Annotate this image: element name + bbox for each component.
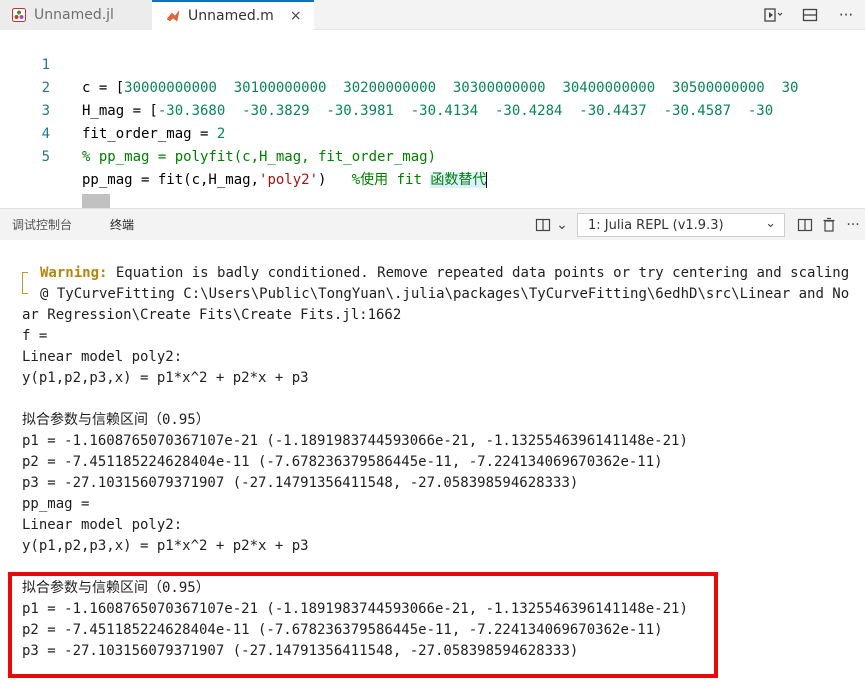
code-token: pp_mag = fit(c,H_mag, — [82, 172, 260, 188]
terminal-selector-value: 1: Julia REPL (v1.9.3) — [588, 217, 724, 233]
run-icon[interactable] — [763, 4, 785, 26]
terminal-line: p1 = -1.1608765070367107e-21 (-1.1891983… — [22, 433, 688, 449]
tab-terminal[interactable]: 终端 — [110, 209, 135, 241]
code-line: 3 fit_order_mag = 2 — [0, 77, 865, 142]
terminal-line: Linear model poly2: — [22, 349, 183, 365]
line-number: 5 — [41, 149, 50, 165]
tab-label: Unnamed.m — [188, 8, 274, 24]
terminal-line: p3 = -27.103156079371907 (-27.1479135641… — [22, 475, 579, 491]
more-actions-icon[interactable]: ··· — [841, 213, 865, 237]
terminal-line: Linear model poly2: — [22, 517, 183, 533]
warning-location: ar Regression\Create Fits\Create Fits.jl… — [22, 307, 402, 323]
code-line: 2 H_mag = [-30.3680 -30.3829 -30.3981 -3… — [0, 54, 865, 119]
terminal-line: f = — [22, 328, 48, 344]
code-token: ) — [318, 172, 352, 188]
code-line: 4 % pp_mag = polyfit(c,H_mag, fit_order_… — [0, 100, 865, 165]
warning-location: @ TyCurveFitting C:\Users\Public\TongYua… — [40, 286, 850, 302]
code-line: 1 c = [30000000000 30100000000 302000000… — [0, 31, 865, 96]
trash-icon[interactable] — [817, 213, 841, 237]
code-comment: %使用 fit — [351, 172, 431, 188]
split-terminal-icon[interactable] — [531, 213, 555, 237]
more-actions-icon[interactable]: ··· — [835, 4, 857, 26]
terminal-line: y(p1,p2,p3,x) = p1*x^2 + p2*x + p3 — [22, 370, 309, 386]
code-editor[interactable]: 1 c = [30000000000 30100000000 302000000… — [0, 31, 865, 195]
terminal-line: p2 = -7.451185224628404e-11 (-7.67823637… — [22, 454, 663, 470]
matlab-file-icon — [166, 10, 180, 22]
code-text: pp_mag = fit(c,H_mag,'poly2') %使用 fit 函数… — [82, 169, 488, 192]
editor-actions: ··· — [763, 4, 857, 26]
warning-text: Equation is badly conditioned. Remove re… — [107, 265, 850, 281]
code-string: 'poly2' — [259, 172, 319, 188]
split-panel-icon[interactable] — [793, 213, 817, 237]
warning-bracket — [22, 272, 28, 294]
tab-label: Unnamed.jl — [34, 7, 114, 23]
code-comment: % pp_mag = polyfit(c,H_mag, fit_order_ma… — [82, 149, 437, 165]
julia-file-icon — [12, 8, 26, 22]
tab-unnamed-jl[interactable]: Unnamed.jl — [0, 0, 152, 30]
chevron-down-icon[interactable]: ⌄ — [555, 213, 569, 237]
chevron-down-icon: ⌄ — [765, 216, 776, 231]
panel-header: 调试控制台 终端 ⌄ 1: Julia REPL (v1.9.3) ⌄ ··· — [0, 208, 865, 241]
code-comment-selected: 函数替代 — [430, 172, 487, 188]
text-cursor — [486, 172, 488, 188]
tab-debug-console[interactable]: 调试控制台 — [12, 209, 72, 241]
terminal-line: 拟合参数与信赖区间（0.95） — [22, 412, 210, 428]
terminal-line: y(p1,p2,p3,x) = p1*x^2 + p2*x + p3 — [22, 538, 309, 554]
panel-toolbar: ⌄ 1: Julia REPL (v1.9.3) ⌄ ··· — [531, 212, 865, 238]
terminal-selector[interactable]: 1: Julia REPL (v1.9.3) ⌄ — [577, 213, 785, 237]
warning-label: Warning: — [40, 265, 108, 281]
horizontal-scrollbar-thumb[interactable] — [82, 194, 110, 208]
code-line: 5 pp_mag = fit(c,H_mag,'poly2') %使用 fit … — [0, 123, 865, 188]
highlight-annotation-box — [8, 572, 718, 678]
close-icon[interactable]: × — [290, 8, 302, 24]
warning-line: Warning: Equation is badly conditioned. … — [40, 263, 849, 284]
terminal-line: pp_mag = — [22, 496, 90, 512]
editor-tab-bar: Unnamed.jl Unnamed.m × ··· — [0, 0, 865, 30]
split-editor-icon[interactable] — [799, 4, 821, 26]
tab-unnamed-m[interactable]: Unnamed.m × — [152, 0, 314, 30]
